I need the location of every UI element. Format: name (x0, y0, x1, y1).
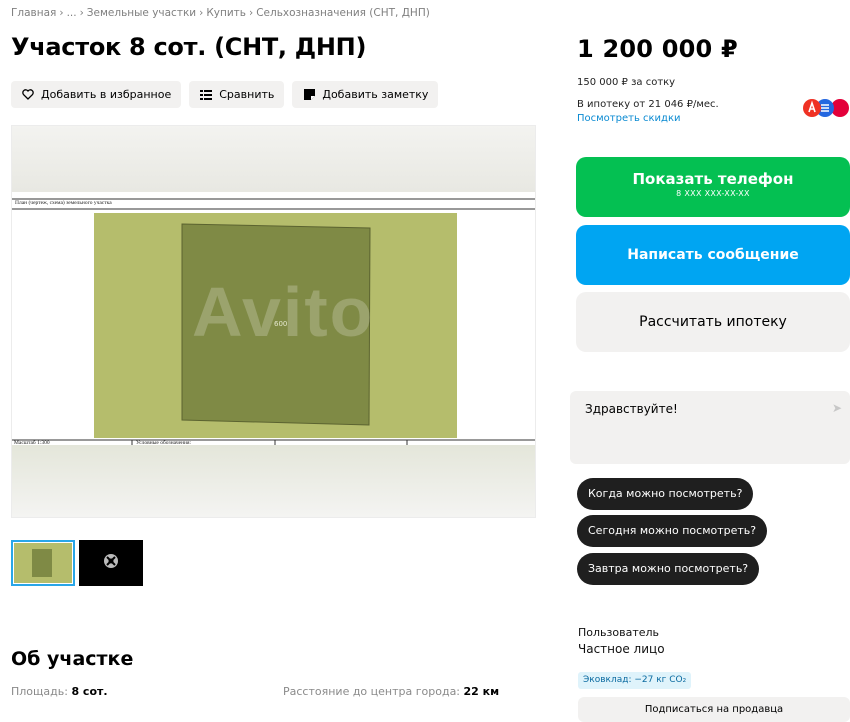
quick-reply-today[interactable]: Сегодня можно посмотреть? (577, 515, 768, 547)
breadcrumb-land[interactable]: Земельные участки (87, 7, 196, 19)
view-discounts-link[interactable]: Посмотреть скидки (577, 113, 681, 124)
bank-logos-icon[interactable] (802, 98, 850, 118)
calculate-mortgage-button[interactable]: Рассчитать ипотеку (576, 292, 850, 352)
add-to-favorites-button[interactable]: Добавить в избранное (11, 81, 182, 108)
main-photo[interactable]: План (чертеж, схема) земельного участка … (11, 125, 536, 518)
price: 1 200 000 ₽ (577, 35, 738, 63)
seller-type: Частное лицо (578, 642, 665, 656)
heart-icon (21, 88, 35, 102)
show-phone-label: Показать телефон (632, 170, 794, 188)
chat-message-input[interactable]: Здравствуйте! ➤ (570, 391, 850, 464)
send-arrow-icon[interactable]: ➤ (832, 401, 842, 415)
quick-reply-when[interactable]: Когда можно посмотреть? (577, 478, 754, 510)
plan-title: План (чертеж, схема) земельного участка (15, 200, 112, 206)
mortgage-payment: В ипотеку от 21 046 ₽/мес. (577, 99, 719, 110)
photo-thumbnails (11, 540, 143, 586)
land-plan-image: План (чертеж, схема) земельного участка … (12, 192, 535, 447)
breadcrumb-home[interactable]: Главная (11, 7, 56, 19)
param-distance-label: Расстояние до центра города: (283, 685, 461, 698)
param-area: Площадь: 8 сот. (11, 685, 108, 698)
subscribe-seller-button[interactable]: Подписаться на продавца (578, 697, 850, 722)
photo-blur-top (12, 126, 535, 192)
eco-contribution-badge[interactable]: Эковклад: −27 кг CO₂ (578, 672, 692, 689)
breadcrumb-buy[interactable]: Купить (206, 7, 246, 19)
param-area-value: 8 сот. (71, 685, 108, 698)
param-area-label: Площадь: (11, 685, 68, 698)
add-to-favorites-label: Добавить в избранное (41, 88, 172, 101)
breadcrumb-category[interactable]: Сельхозназначения (СНТ, ДНП) (256, 7, 430, 19)
photo-blur-bottom (12, 445, 535, 517)
breadcrumb: Главная ›... › Земельные участки › Купить › Сел… (11, 7, 430, 19)
breadcrumb-ellipsis[interactable]: ... (67, 7, 77, 19)
add-note-label: Добавить заметку (322, 88, 429, 101)
page-title: Участок 8 сот. (СНТ, ДНП) (11, 33, 367, 61)
avito-watermark: Avito (192, 273, 375, 351)
seller-role: Пользователь (578, 626, 660, 639)
thumbnail-video[interactable] (79, 540, 143, 586)
compare-icon (199, 88, 213, 102)
quick-reply-tomorrow[interactable]: Завтра можно посмотреть? (577, 553, 760, 585)
note-icon (302, 88, 316, 102)
phone-mask: 8 XXX XXX-XX-XX (676, 189, 750, 198)
show-phone-button[interactable]: Показать телефон 8 XXX XXX-XX-XX (576, 157, 850, 217)
param-distance: Расстояние до центра города: 22 км (283, 685, 499, 698)
play-icon (102, 552, 120, 574)
about-section-title: Об участке (11, 648, 134, 670)
write-message-button[interactable]: Написать сообщение (576, 225, 850, 285)
compare-button[interactable]: Сравнить (189, 81, 285, 108)
price-per-sotka: 150 000 ₽ за сотку (577, 77, 676, 88)
chat-message-text: Здравствуйте! (585, 402, 678, 416)
thumbnail-plan[interactable] (11, 540, 75, 586)
param-distance-value: 22 км (463, 685, 500, 698)
compare-label: Сравнить (219, 88, 275, 101)
add-note-button[interactable]: Добавить заметку (292, 81, 439, 108)
listing-actions: Добавить в избранное Сравнить Добавить з… (11, 81, 439, 108)
